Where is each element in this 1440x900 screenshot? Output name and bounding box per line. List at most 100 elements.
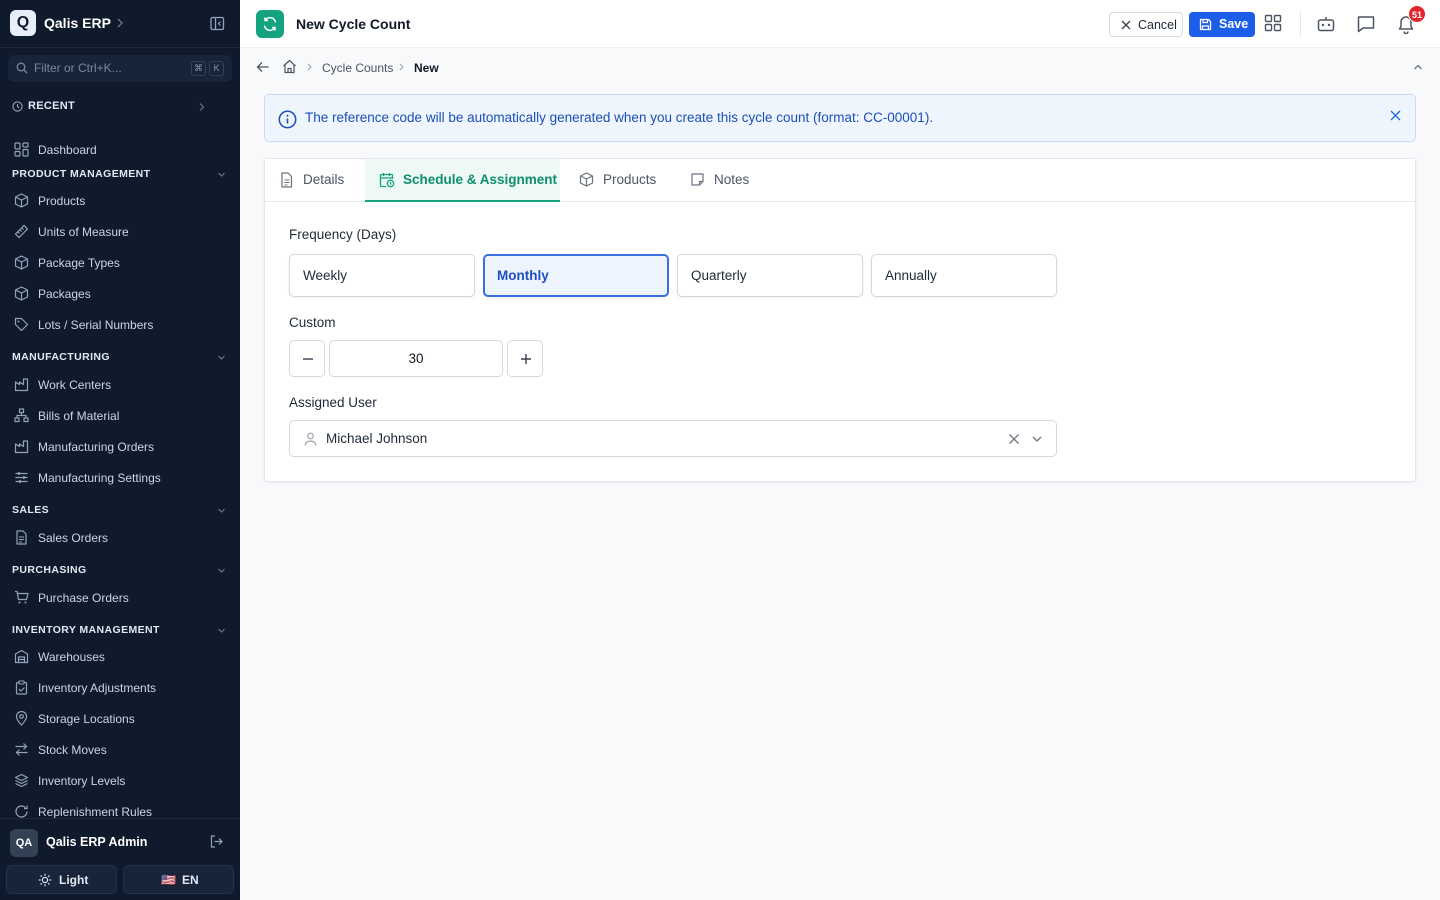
sidebar-item-purchase-orders[interactable]: Purchase Orders — [14, 587, 228, 609]
sidebar-item-packages[interactable]: Packages — [14, 283, 228, 305]
sidebar-item-stock-moves[interactable]: Stock Moves — [14, 739, 228, 761]
theme-toggle-button[interactable]: Light — [6, 865, 117, 894]
sidebar-item-label: Stock Moves — [38, 743, 107, 757]
breadcrumb-cycle-counts[interactable]: Cycle Counts — [322, 61, 393, 75]
top-bar: New Cycle Count Cancel Save 51 — [240, 0, 1440, 48]
chevron-up-icon[interactable] — [1412, 61, 1424, 73]
sidebar-filter-input[interactable]: Filter or Ctrl+K... ⌘ K — [8, 55, 232, 82]
sidebar-item-label: Dashboard — [38, 143, 97, 157]
ruler-icon — [14, 224, 29, 239]
sidebar-item-lots-serial-numbers[interactable]: Lots / Serial Numbers — [14, 314, 228, 336]
banner-text: The reference code will be automatically… — [305, 110, 934, 125]
sidebar: Q Qalis ERP Filter or Ctrl+K... ⌘ K RECE… — [0, 0, 240, 900]
section-inventory-management[interactable]: INVENTORY MANAGEMENT — [12, 623, 228, 639]
factory-icon — [14, 439, 29, 454]
sidebar-item-label: Storage Locations — [38, 712, 135, 726]
section-purchasing[interactable]: PURCHASING — [12, 563, 228, 579]
plus-icon — [521, 354, 531, 364]
sidebar-item-bills-of-material[interactable]: Bills of Material — [14, 405, 228, 427]
sidebar-item-label: Lots / Serial Numbers — [38, 318, 154, 332]
sidebar-item-package-types[interactable]: Package Types — [14, 252, 228, 274]
cancel-button[interactable]: Cancel — [1109, 12, 1183, 37]
sidebar-item-sales-orders[interactable]: Sales Orders — [14, 527, 228, 549]
sidebar-item-label: Inventory Levels — [38, 774, 126, 788]
sliders-icon — [14, 470, 29, 485]
sidebar-item-warehouses[interactable]: Warehouses — [14, 646, 228, 668]
map-pin-icon — [14, 711, 29, 726]
frequency-quarterly-button[interactable]: Quarterly — [677, 254, 863, 297]
tag-icon — [14, 317, 29, 332]
logout-icon[interactable] — [209, 834, 224, 849]
clear-icon[interactable] — [1008, 433, 1020, 445]
language-label: EN — [182, 873, 199, 887]
section-manufacturing[interactable]: MANUFACTURING — [12, 350, 228, 366]
sidebar-nav: Dashboard PRODUCT MANAGEMENT Products Un… — [0, 134, 240, 818]
tab-label: Notes — [714, 172, 750, 187]
app-name[interactable]: Qalis ERP — [44, 15, 111, 31]
theme-label: Light — [59, 873, 89, 887]
hierarchy-icon — [14, 408, 29, 423]
kbd-k: K — [209, 61, 224, 76]
bot-icon[interactable] — [1316, 14, 1336, 34]
frequency-annually-button[interactable]: Annually — [871, 254, 1057, 297]
frequency-monthly-button[interactable]: Monthly — [483, 254, 669, 297]
save-button[interactable]: Save — [1189, 12, 1255, 37]
back-arrow-icon[interactable] — [256, 60, 270, 74]
apps-grid-icon[interactable] — [1264, 14, 1282, 32]
frequency-option-label: Weekly — [303, 268, 348, 283]
chat-icon[interactable] — [1356, 14, 1376, 34]
app-logo[interactable]: Q — [10, 10, 36, 36]
close-icon[interactable] — [1389, 109, 1402, 122]
custom-days-input[interactable]: 30 — [329, 340, 503, 377]
tab-schedule-assignment[interactable]: Schedule & Assignment — [365, 159, 560, 202]
assigned-user-select[interactable]: Michael Johnson — [289, 420, 1057, 457]
filter-placeholder: Filter or Ctrl+K... — [34, 61, 122, 75]
section-title: PURCHASING — [12, 564, 87, 576]
save-label: Save — [1219, 17, 1249, 31]
user-name: Qalis ERP Admin — [46, 835, 148, 849]
chevron-right-icon[interactable] — [114, 16, 126, 30]
section-title: MANUFACTURING — [12, 351, 110, 363]
custom-label: Custom — [289, 315, 336, 330]
sidebar-recent[interactable]: RECENT — [12, 99, 228, 115]
home-icon[interactable] — [282, 59, 297, 74]
tab-details[interactable]: Details — [265, 159, 361, 202]
increment-button[interactable] — [507, 340, 543, 377]
section-sales[interactable]: SALES — [12, 503, 228, 519]
close-icon — [1121, 20, 1131, 30]
section-title: INVENTORY MANAGEMENT — [12, 624, 160, 636]
breadcrumb: Cycle Counts New — [240, 49, 1440, 85]
sidebar-item-storage-locations[interactable]: Storage Locations — [14, 708, 228, 730]
decrement-button[interactable] — [289, 340, 325, 377]
cart-icon — [14, 590, 29, 605]
sidebar-item-label: Replenishment Rules — [38, 805, 153, 818]
sidebar-item-products[interactable]: Products — [14, 190, 228, 212]
chevron-down-icon[interactable] — [1031, 433, 1043, 445]
frequency-weekly-button[interactable]: Weekly — [289, 254, 475, 297]
tab-notes[interactable]: Notes — [676, 159, 776, 202]
avatar[interactable]: QA — [10, 829, 38, 857]
sidebar-item-replenishment-rules[interactable]: Replenishment Rules — [14, 801, 228, 818]
arrows-left-right-icon — [14, 742, 29, 757]
language-button[interactable]: 🇺🇸 EN — [123, 865, 234, 894]
sidebar-item-units-of-measure[interactable]: Units of Measure — [14, 221, 228, 243]
sidebar-item-inventory-levels[interactable]: Inventory Levels — [14, 770, 228, 792]
sidebar-item-label: Sales Orders — [38, 531, 109, 545]
kbd-cmd: ⌘ — [191, 61, 206, 76]
sidebar-item-work-centers[interactable]: Work Centers — [14, 374, 228, 396]
flag-icon: 🇺🇸 — [161, 873, 176, 887]
sidebar-item-manufacturing-orders[interactable]: Manufacturing Orders — [14, 436, 228, 458]
sidebar-item-manufacturing-settings[interactable]: Manufacturing Settings — [14, 467, 228, 489]
chevron-right-icon — [307, 63, 312, 71]
sidebar-item-dashboard[interactable]: Dashboard — [14, 139, 228, 161]
sun-icon — [38, 873, 52, 887]
sidebar-item-inventory-adjustments[interactable]: Inventory Adjustments — [14, 677, 228, 699]
section-product-management[interactable]: PRODUCT MANAGEMENT — [12, 167, 228, 183]
tab-products[interactable]: Products — [565, 159, 675, 202]
sidebar-user[interactable]: QA Qalis ERP Admin — [0, 818, 240, 864]
sidebar-item-label: Purchase Orders — [38, 591, 129, 605]
sidebar-collapse-icon[interactable] — [210, 16, 225, 31]
frequency-label: Frequency (Days) — [289, 227, 397, 242]
sidebar-item-label: Warehouses — [38, 650, 105, 664]
frequency-option-label: Monthly — [497, 268, 549, 283]
